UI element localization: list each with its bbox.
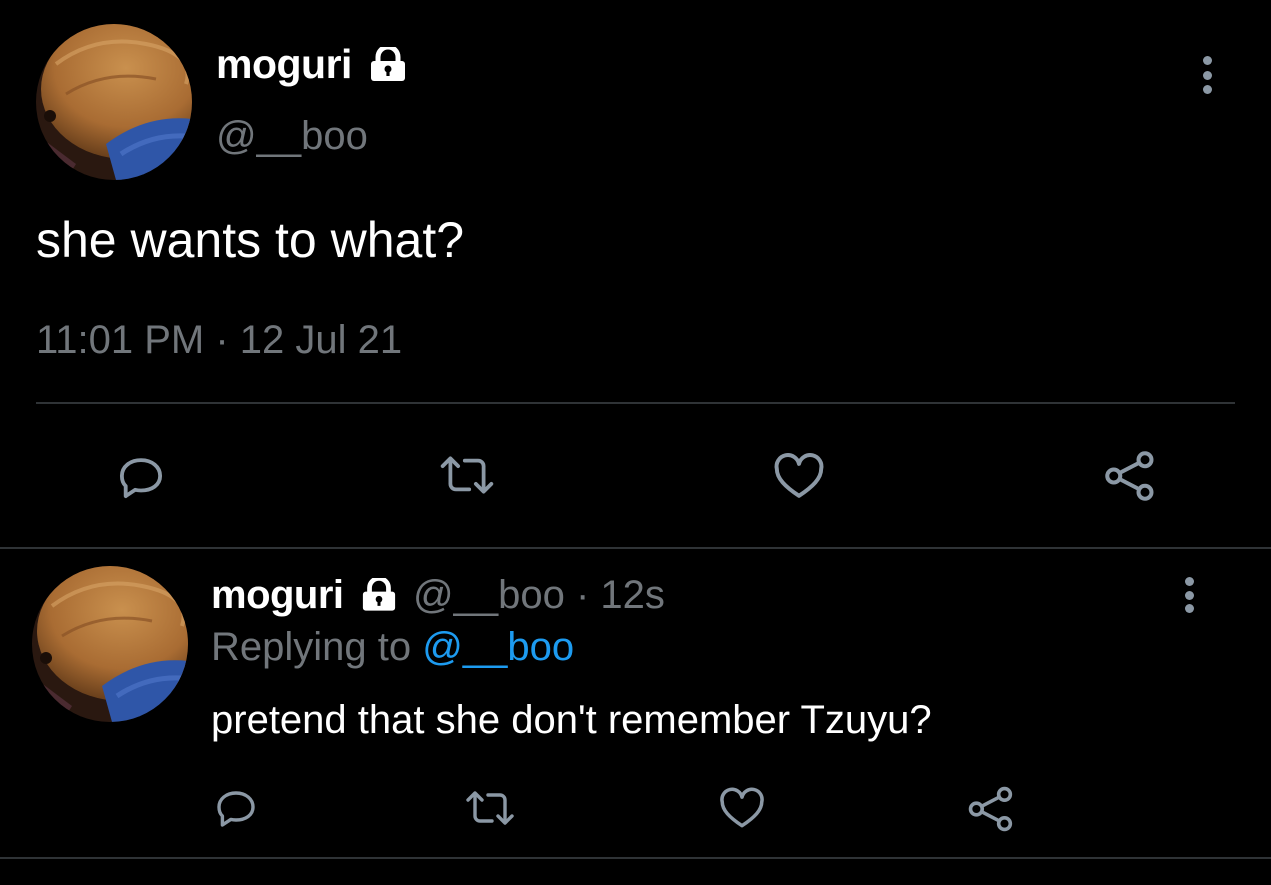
more-options-icon[interactable] — [1199, 56, 1215, 94]
divider — [0, 857, 1271, 859]
share-icon[interactable] — [1100, 446, 1160, 506]
retweet-icon[interactable] — [462, 784, 518, 832]
replying-label: Replying to — [211, 625, 423, 669]
avatar[interactable] — [32, 566, 188, 722]
display-name[interactable]: moguri — [211, 572, 344, 618]
handle-time[interactable]: @__boo · 12s — [413, 572, 665, 618]
more-options-icon[interactable] — [1181, 577, 1197, 613]
divider — [36, 402, 1235, 404]
handle[interactable]: @__boo — [216, 112, 368, 160]
reply-icon[interactable] — [212, 784, 260, 832]
retweet-icon[interactable] — [436, 448, 498, 502]
tweet-text: pretend that she don't remember Tzuyu? — [211, 698, 932, 742]
reply-icon[interactable] — [114, 450, 168, 504]
divider — [0, 547, 1271, 549]
replying-to: Replying to @__boo — [211, 624, 574, 670]
display-name[interactable]: moguri — [216, 40, 352, 88]
replying-handle-link[interactable]: @__boo — [422, 625, 574, 669]
timestamp[interactable]: 11:01 PM · 12 Jul 21 — [36, 316, 402, 364]
lock-icon — [369, 47, 407, 81]
avatar[interactable] — [36, 24, 192, 180]
like-icon[interactable] — [716, 783, 768, 833]
lock-icon — [361, 578, 397, 611]
like-icon[interactable] — [770, 448, 828, 504]
share-icon[interactable] — [964, 782, 1018, 836]
tweet-text: she wants to what? — [36, 212, 465, 268]
